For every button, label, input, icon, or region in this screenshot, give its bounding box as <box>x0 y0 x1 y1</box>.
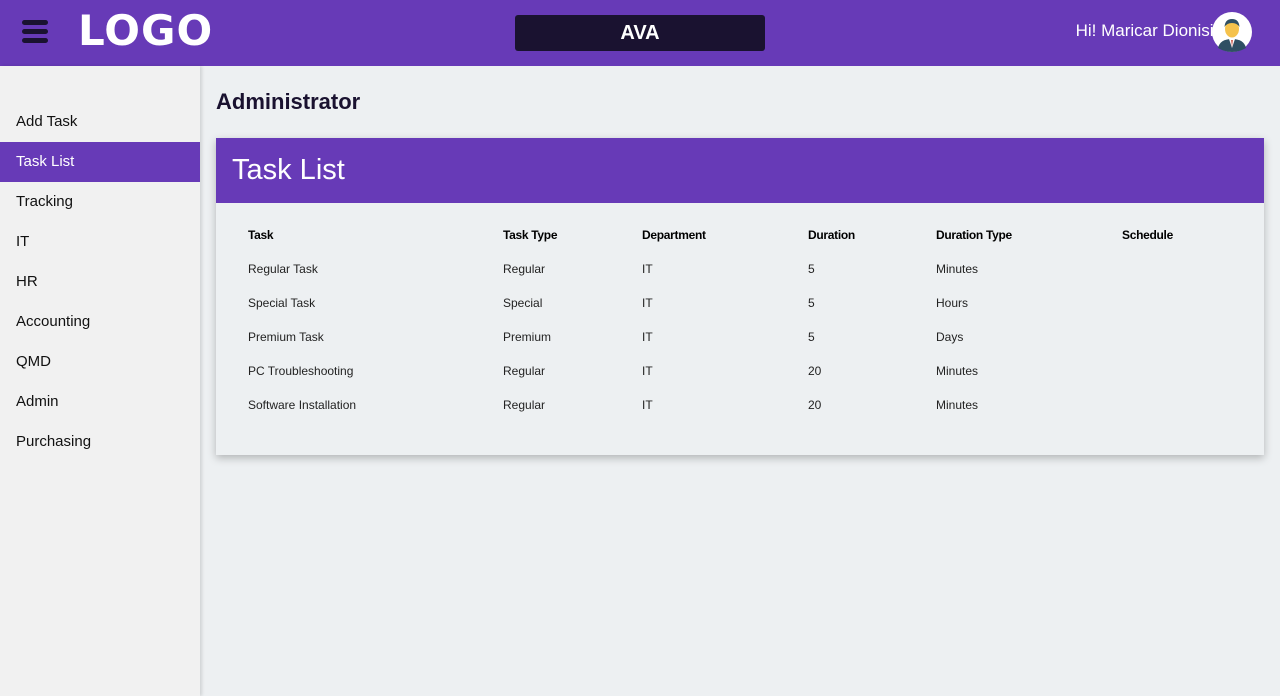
cell-schedule <box>1122 296 1240 330</box>
column-header-department[interactable]: Department <box>642 228 808 262</box>
table-row[interactable]: Premium Task Premium IT 5 Days <box>248 330 1240 364</box>
column-header-task[interactable]: Task <box>248 228 503 262</box>
cell-task-type: Regular <box>503 262 546 276</box>
sidebar-item-task-list[interactable]: Task List <box>0 142 200 182</box>
cell-schedule <box>1122 398 1240 432</box>
cell-task-type: Regular <box>503 398 546 412</box>
cell-duration-type: Minutes <box>936 262 979 276</box>
sidebar-item-it[interactable]: IT <box>0 222 200 262</box>
page-title: Administrator <box>216 89 361 114</box>
sidebar: Add Task Task List Tracking IT HR Accoun… <box>0 66 200 696</box>
cell-task: Software Installation <box>248 398 357 412</box>
cell-department: IT <box>642 296 653 310</box>
cell-task: Regular Task <box>248 262 318 276</box>
table-row[interactable]: Regular Task Regular IT 5 Minutes <box>248 262 1240 296</box>
column-header-schedule[interactable]: Schedule <box>1122 228 1240 262</box>
sidebar-item-admin[interactable]: Admin <box>0 382 200 422</box>
app-name-badge: AVA <box>515 15 765 51</box>
column-header-task-type[interactable]: Task Type <box>503 228 642 262</box>
column-header-duration-type[interactable]: Duration Type <box>936 228 1122 262</box>
cell-duration: 5 <box>808 296 815 310</box>
task-list-card: Task List Task Task Type Department Dura… <box>216 138 1264 455</box>
cell-duration: 20 <box>808 398 822 412</box>
cell-department: IT <box>642 330 653 344</box>
sidebar-item-purchasing[interactable]: Purchasing <box>0 422 200 462</box>
cell-department: IT <box>642 364 653 378</box>
cell-task-type: Special <box>503 296 543 310</box>
task-table: Task Task Type Department Duration Durat… <box>248 228 1240 432</box>
column-header-duration[interactable]: Duration <box>808 228 936 262</box>
table-row[interactable]: PC Troubleshooting Regular IT 20 Minutes <box>248 364 1240 398</box>
cell-duration: 5 <box>808 262 815 276</box>
cell-duration: 20 <box>808 364 822 378</box>
hamburger-menu-icon[interactable] <box>22 20 50 46</box>
card-title: Task List <box>216 138 1264 203</box>
cell-schedule <box>1122 364 1240 398</box>
cell-task-type: Premium <box>503 330 552 344</box>
sidebar-item-tracking[interactable]: Tracking <box>0 182 200 222</box>
cell-schedule <box>1122 262 1240 296</box>
cell-duration-type: Minutes <box>936 364 979 378</box>
cell-schedule <box>1122 330 1240 364</box>
sidebar-item-hr[interactable]: HR <box>0 262 200 302</box>
logo[interactable]: LOGO <box>78 7 213 55</box>
sidebar-item-qmd[interactable]: QMD <box>0 342 200 382</box>
user-greeting: Hi! Maricar Dionisio <box>1075 21 1223 40</box>
sidebar-item-add-task[interactable]: Add Task <box>0 102 200 142</box>
cell-duration-type: Minutes <box>936 398 979 412</box>
cell-duration-type: Days <box>936 330 964 344</box>
cell-duration: 5 <box>808 330 815 344</box>
cell-task: PC Troubleshooting <box>248 364 354 378</box>
cell-department: IT <box>642 398 653 412</box>
user-avatar-icon[interactable] <box>1212 12 1252 52</box>
cell-task: Special Task <box>248 296 316 310</box>
table-row[interactable]: Software Installation Regular IT 20 Minu… <box>248 398 1240 432</box>
cell-department: IT <box>642 262 653 276</box>
top-navbar: LOGO AVA Hi! Maricar Dionisio <box>0 0 1280 66</box>
table-row[interactable]: Special Task Special IT 5 Hours <box>248 296 1240 330</box>
cell-task: Premium Task <box>248 330 324 344</box>
table-header-row: Task Task Type Department Duration Durat… <box>248 228 1240 262</box>
cell-task-type: Regular <box>503 364 546 378</box>
cell-duration-type: Hours <box>936 296 969 310</box>
sidebar-item-accounting[interactable]: Accounting <box>0 302 200 342</box>
